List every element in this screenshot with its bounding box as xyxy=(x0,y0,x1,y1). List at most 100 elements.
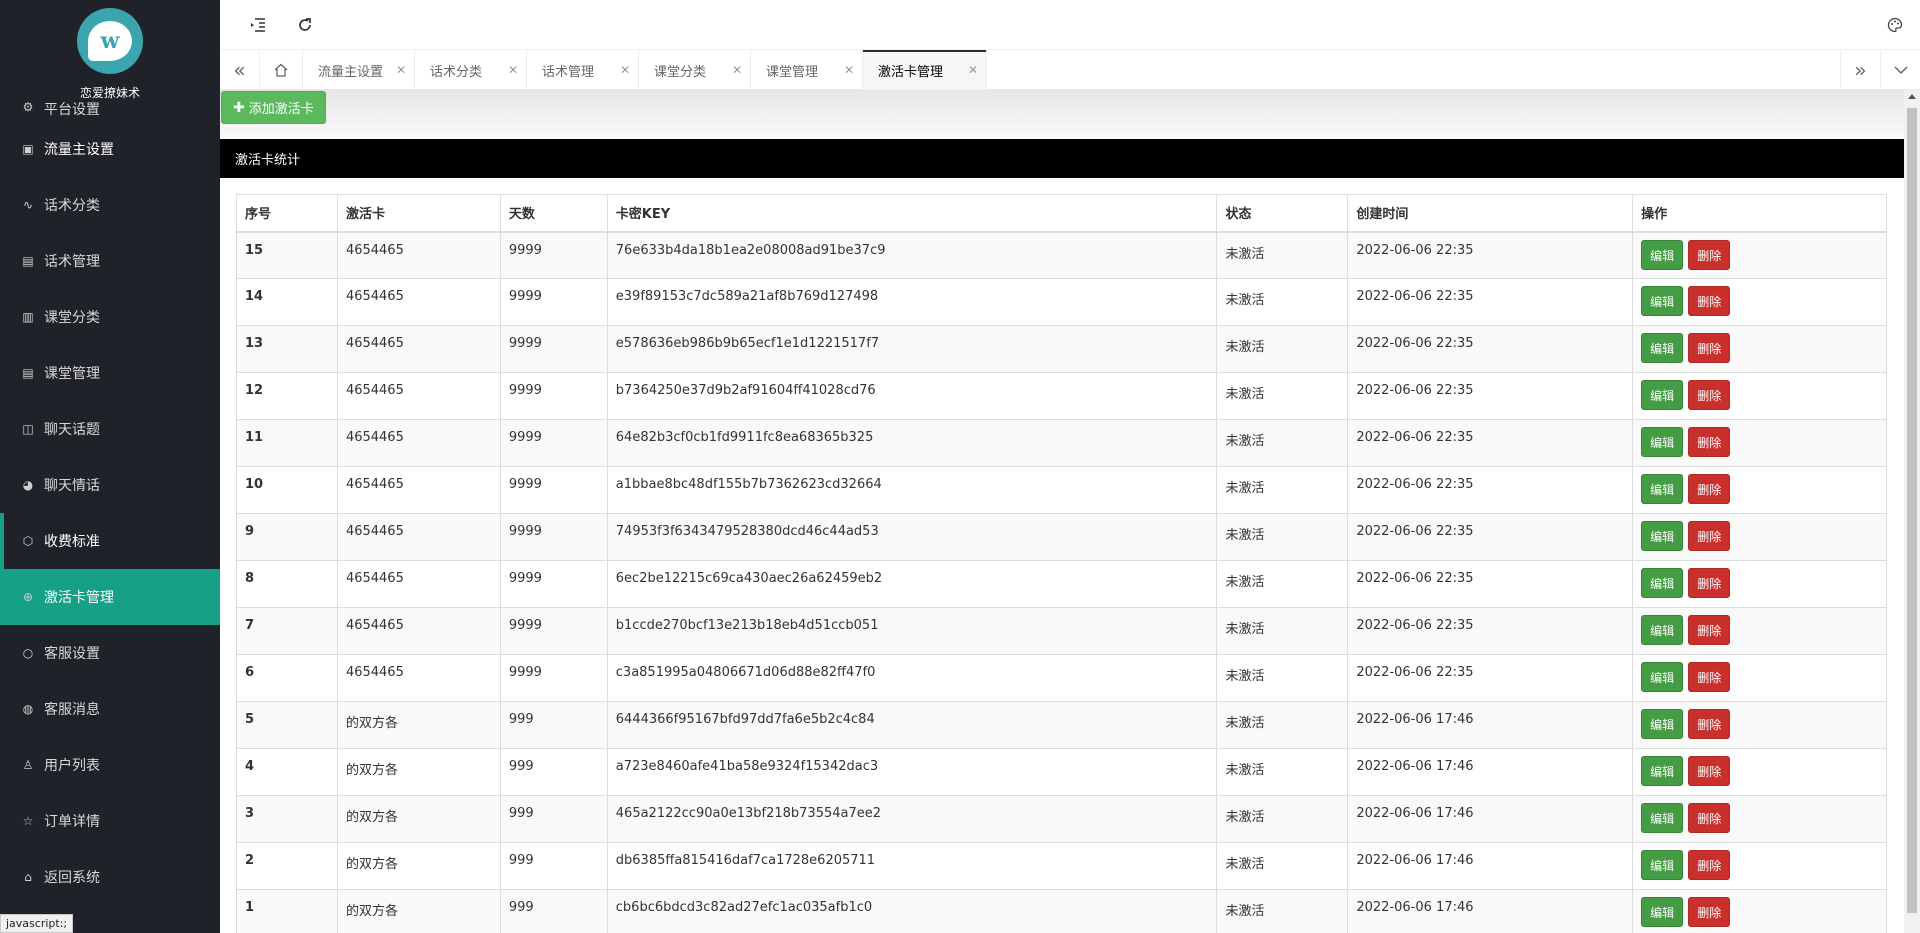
edit-button[interactable]: 编辑 xyxy=(1641,286,1684,316)
tab-home[interactable] xyxy=(260,50,303,90)
column-header: 状态 xyxy=(1216,194,1349,233)
delete-button[interactable]: 删除 xyxy=(1688,709,1731,739)
delete-button[interactable]: 删除 xyxy=(1688,239,1731,270)
sidebar-item-class-categories[interactable]: ▥ 课堂分类 xyxy=(0,289,220,345)
page-scrollbar[interactable] xyxy=(1904,90,1920,933)
circle-icon: ○ xyxy=(22,646,34,660)
sidebar-item-pricing[interactable]: ⬡ 收费标准 xyxy=(0,513,220,569)
delete-button[interactable]: 删除 xyxy=(1688,380,1731,410)
edit-button[interactable]: 编辑 xyxy=(1641,333,1684,363)
close-icon[interactable]: ✕ xyxy=(396,63,406,77)
tabs-menu-button[interactable] xyxy=(1880,50,1920,90)
delete-button[interactable]: 删除 xyxy=(1688,427,1731,457)
cell-actions: 编辑 删除 xyxy=(1632,795,1887,843)
cell-actions: 编辑 删除 xyxy=(1632,607,1887,655)
close-icon[interactable]: ✕ xyxy=(844,63,854,77)
cell-days: 9999 xyxy=(499,560,608,608)
delete-button[interactable]: 删除 xyxy=(1688,521,1731,551)
delete-button[interactable]: 删除 xyxy=(1688,474,1731,504)
sidebar-item-label: 话术管理 xyxy=(44,254,100,270)
close-icon[interactable]: ✕ xyxy=(508,63,518,77)
edit-button[interactable]: 编辑 xyxy=(1641,239,1684,270)
user-icon: ♙ xyxy=(22,758,34,772)
delete-button[interactable]: 删除 xyxy=(1688,803,1731,833)
table-header-row: 序号 激活卡 天数 卡密KEY 状态 创建时间 操作 xyxy=(236,194,1887,233)
edit-button[interactable]: 编辑 xyxy=(1641,897,1684,927)
cell-days: 999 xyxy=(499,795,608,843)
edit-button[interactable]: 编辑 xyxy=(1641,568,1684,598)
sidebar-item-label: 流量主设置 xyxy=(44,142,114,158)
cell-card: 的双方各 xyxy=(336,795,501,843)
edit-button[interactable]: 编辑 xyxy=(1641,709,1684,739)
cell-actions: 编辑 删除 xyxy=(1632,466,1887,514)
sidebar-item-traffic-settings[interactable]: ▣ 流量主设置 xyxy=(0,121,220,177)
tabs-scroll-left-button[interactable]: « xyxy=(220,50,260,90)
tab-label: 课堂分类 xyxy=(654,64,707,80)
cell-id: 8 xyxy=(236,560,338,608)
scroll-thumb[interactable] xyxy=(1907,108,1917,913)
cell-id: 6 xyxy=(236,654,338,702)
theme-button[interactable] xyxy=(1884,14,1906,36)
cell-created: 2022-06-06 17:46 xyxy=(1347,795,1634,843)
delete-button[interactable]: 删除 xyxy=(1688,333,1731,363)
cell-key: a1bbae8bc48df155b7b7362623cd32664 xyxy=(606,466,1218,514)
column-header: 创建时间 xyxy=(1347,194,1634,233)
delete-button[interactable]: 删除 xyxy=(1688,568,1731,598)
edit-button[interactable]: 编辑 xyxy=(1641,850,1684,880)
tab-class-categories[interactable]: 课堂分类 ✕ xyxy=(639,50,751,90)
sidebar-item-script-categories[interactable]: ∿ 话术分类 xyxy=(0,177,220,233)
cell-status: 未激活 xyxy=(1216,795,1349,843)
sidebar-item-platform-settings[interactable]: ⚙ 平台设置 xyxy=(0,99,220,121)
cell-days: 9999 xyxy=(499,231,608,279)
close-icon[interactable]: ✕ xyxy=(732,63,742,77)
tab-activation-cards[interactable]: 激活卡管理 ✕ xyxy=(863,50,987,90)
edit-button[interactable]: 编辑 xyxy=(1641,662,1684,692)
add-activation-card-button[interactable]: ✚ 添加激活卡 xyxy=(221,91,326,124)
double-chevron-right-icon: » xyxy=(1854,58,1867,82)
edit-button[interactable]: 编辑 xyxy=(1641,380,1684,410)
delete-button[interactable]: 删除 xyxy=(1688,615,1731,645)
table-row: 9 4654465 9999 74953f3f6343479528380dcd46c4… xyxy=(236,513,1887,561)
delete-button[interactable]: 删除 xyxy=(1688,286,1731,316)
sidebar-item-user-list[interactable]: ♙ 用户列表 xyxy=(0,737,220,793)
edit-button[interactable]: 编辑 xyxy=(1641,615,1684,645)
close-icon[interactable]: ✕ xyxy=(620,63,630,77)
sidebar-item-script-management[interactable]: ▤ 话术管理 xyxy=(0,233,220,289)
sidebar-item-chat-phrases[interactable]: ◕ 聊天情话 xyxy=(0,457,220,513)
delete-button[interactable]: 删除 xyxy=(1688,756,1731,786)
edit-button[interactable]: 编辑 xyxy=(1641,474,1684,504)
cell-actions: 编辑 删除 xyxy=(1632,419,1887,467)
refresh-button[interactable] xyxy=(294,14,316,36)
delete-button[interactable]: 删除 xyxy=(1688,662,1731,692)
cell-days: 9999 xyxy=(499,466,608,514)
tab-traffic-settings[interactable]: 流量主设置 ✕ xyxy=(303,50,415,90)
close-icon[interactable]: ✕ xyxy=(968,63,978,77)
cell-status: 未激活 xyxy=(1216,842,1349,890)
cell-created: 2022-06-06 22:35 xyxy=(1347,607,1634,655)
edit-button[interactable]: 编辑 xyxy=(1641,803,1684,833)
cell-key: 74953f3f6343479528380dcd46c44ad53 xyxy=(606,513,1218,561)
tab-script-categories[interactable]: 话术分类 ✕ xyxy=(415,50,527,90)
edit-button[interactable]: 编辑 xyxy=(1641,756,1684,786)
sidebar-item-support-settings[interactable]: ○ 客服设置 xyxy=(0,625,220,681)
edit-button[interactable]: 编辑 xyxy=(1641,521,1684,551)
tabs-scroll-right-button[interactable]: » xyxy=(1840,50,1880,90)
sidebar-item-support-messages[interactable]: ◍ 客服消息 xyxy=(0,681,220,737)
tab-class-management[interactable]: 课堂管理 ✕ xyxy=(751,50,863,90)
sidebar-item-return-system[interactable]: ⌂ 返回系统 xyxy=(0,849,220,905)
delete-button[interactable]: 删除 xyxy=(1688,850,1731,880)
delete-button[interactable]: 删除 xyxy=(1688,897,1731,927)
sidebar-item-chat-topics[interactable]: ◫ 聊天话题 xyxy=(0,401,220,457)
cell-card: 4654465 xyxy=(336,231,501,279)
sidebar-item-class-management[interactable]: ▤ 课堂管理 xyxy=(0,345,220,401)
sidebar-item-order-details[interactable]: ☆ 订单详情 xyxy=(0,793,220,849)
tab-script-management[interactable]: 话术管理 ✕ xyxy=(527,50,639,90)
edit-button[interactable]: 编辑 xyxy=(1641,427,1684,457)
open-book-icon: ◫ xyxy=(22,422,34,436)
collapse-sidebar-button[interactable] xyxy=(247,14,269,36)
cell-actions: 编辑 删除 xyxy=(1632,748,1887,796)
scroll-up-arrow-icon[interactable] xyxy=(1908,94,1916,99)
cell-card: 的双方各 xyxy=(336,889,501,933)
cell-created: 2022-06-06 22:35 xyxy=(1347,372,1634,420)
sidebar-item-activation-cards[interactable]: ⊕ 激活卡管理 xyxy=(0,569,220,625)
